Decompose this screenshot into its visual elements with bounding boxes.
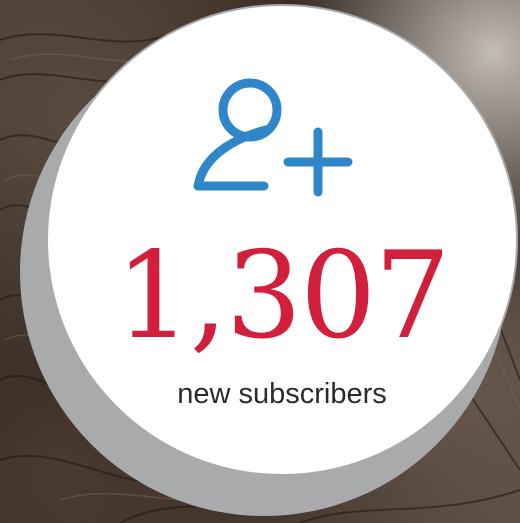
subscriber-count: 1,307 xyxy=(115,227,451,366)
add-user-icon xyxy=(192,74,358,198)
stat-card: 1,307 new subscribers xyxy=(0,0,520,523)
subscriber-label: new subscribers xyxy=(177,378,387,410)
